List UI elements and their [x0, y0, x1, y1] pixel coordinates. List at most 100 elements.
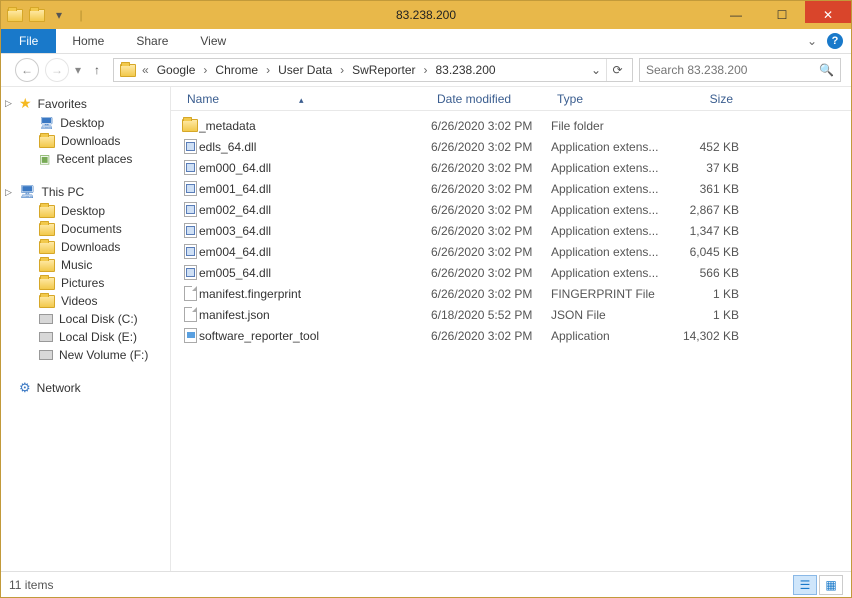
file-size: 1 KB	[669, 287, 739, 301]
desktop-icon: 🖥	[39, 116, 54, 130]
dll-icon	[184, 160, 197, 175]
dll-icon	[184, 139, 197, 154]
search-input[interactable]	[646, 63, 819, 77]
network-icon: ⚙	[19, 380, 31, 396]
dll-icon	[184, 244, 197, 259]
drive-icon	[39, 350, 53, 360]
sidebar-item-drive-e[interactable]: Local Disk (E:)	[3, 328, 170, 346]
file-type: JSON File	[551, 308, 669, 322]
search-box[interactable]: 🔍	[639, 58, 841, 82]
sidebar-item-downloads[interactable]: Downloads	[3, 132, 170, 150]
qat-properties-icon[interactable]	[27, 5, 47, 25]
file-type: Application extens...	[551, 245, 669, 259]
column-type[interactable]: Type	[551, 92, 669, 106]
file-size: 14,302 KB	[669, 329, 739, 343]
search-icon[interactable]: 🔍	[819, 63, 834, 77]
file-type: Application extens...	[551, 266, 669, 280]
share-tab[interactable]: Share	[120, 29, 184, 53]
file-list-pane: Name▴ Date modified Type Size _metadata6…	[171, 87, 851, 571]
chevron-right-icon[interactable]: ›	[201, 63, 209, 77]
breadcrumb-item[interactable]: User Data	[274, 63, 336, 77]
network-header[interactable]: ⚙Network	[3, 378, 170, 398]
sidebar-item-drive-f[interactable]: New Volume (F:)	[3, 346, 170, 364]
file-row[interactable]: manifest.json6/18/2020 5:52 PMJSON File1…	[181, 304, 851, 325]
column-date[interactable]: Date modified	[431, 92, 551, 106]
expand-ribbon-icon[interactable]: ⌄	[807, 34, 817, 48]
drive-icon	[39, 314, 53, 324]
collapse-icon[interactable]: ▷	[5, 187, 12, 198]
file-size: 1 KB	[669, 308, 739, 322]
minimize-button[interactable]: —	[713, 1, 759, 23]
sidebar-item-drive-c[interactable]: Local Disk (C:)	[3, 310, 170, 328]
chevron-right-icon[interactable]: ›	[422, 63, 430, 77]
breadcrumb-item[interactable]: Google	[153, 63, 200, 77]
details-view-button[interactable]: ☰	[793, 575, 817, 595]
column-name[interactable]: Name▴	[181, 92, 431, 106]
app-icon	[5, 5, 25, 25]
help-icon[interactable]: ?	[827, 33, 843, 49]
recent-icon: ▣	[39, 152, 50, 166]
file-name: software_reporter_tool	[199, 329, 431, 343]
file-row[interactable]: em001_64.dll6/26/2020 3:02 PMApplication…	[181, 178, 851, 199]
address-bar[interactable]: « Google › Chrome › User Data › SwReport…	[113, 58, 633, 82]
favorites-label: Favorites	[38, 97, 87, 111]
forward-button[interactable]: →	[45, 58, 69, 82]
file-tab[interactable]: File	[1, 29, 56, 53]
file-row[interactable]: em005_64.dll6/26/2020 3:02 PMApplication…	[181, 262, 851, 283]
close-button[interactable]: ✕	[805, 1, 851, 23]
file-size: 2,867 KB	[669, 203, 739, 217]
home-tab[interactable]: Home	[56, 29, 120, 53]
chevron-right-icon[interactable]: ›	[264, 63, 272, 77]
sort-asc-icon: ▴	[299, 95, 304, 105]
breadcrumb-item[interactable]: 83.238.200	[432, 63, 500, 77]
thispc-header[interactable]: ▷🖥This PC	[3, 182, 170, 202]
chevron-right-icon[interactable]: ›	[338, 63, 346, 77]
column-size[interactable]: Size	[669, 92, 739, 106]
file-row[interactable]: em002_64.dll6/26/2020 3:02 PMApplication…	[181, 199, 851, 220]
file-row[interactable]: edls_64.dll6/26/2020 3:02 PMApplication …	[181, 136, 851, 157]
file-type: Application extens...	[551, 224, 669, 238]
file-name: manifest.json	[199, 308, 431, 322]
back-button[interactable]: ←	[15, 58, 39, 82]
quick-access-toolbar: ▾ |	[1, 5, 91, 25]
refresh-button[interactable]: ⟳	[606, 59, 628, 81]
sidebar-item-desktop2[interactable]: Desktop	[3, 202, 170, 220]
collapse-icon[interactable]: ▷	[5, 98, 12, 109]
sidebar-item-documents[interactable]: Documents	[3, 220, 170, 238]
favorites-section: ▷★Favorites 🖥Desktop Downloads ▣Recent p…	[3, 93, 170, 168]
file-size: 452 KB	[669, 140, 739, 154]
icons-view-button[interactable]: ▦	[819, 575, 843, 595]
file-name: em001_64.dll	[199, 182, 431, 196]
file-row[interactable]: em004_64.dll6/26/2020 3:02 PMApplication…	[181, 241, 851, 262]
sidebar-item-music[interactable]: Music	[3, 256, 170, 274]
file-row[interactable]: manifest.fingerprint6/26/2020 3:02 PMFIN…	[181, 283, 851, 304]
file-date: 6/26/2020 3:02 PM	[431, 266, 551, 280]
favorites-header[interactable]: ▷★Favorites	[3, 93, 170, 114]
sidebar-item-desktop[interactable]: 🖥Desktop	[3, 114, 170, 132]
sidebar-item-videos[interactable]: Videos	[3, 292, 170, 310]
sidebar-item-recent[interactable]: ▣Recent places	[3, 150, 170, 168]
file-row[interactable]: em000_64.dll6/26/2020 3:02 PMApplication…	[181, 157, 851, 178]
breadcrumb-item[interactable]: SwReporter	[348, 63, 419, 77]
folder-icon	[39, 205, 55, 218]
up-button[interactable]: ↑	[87, 63, 107, 77]
sidebar-item-downloads2[interactable]: Downloads	[3, 238, 170, 256]
dll-icon	[184, 181, 197, 196]
file-row[interactable]: _metadata6/26/2020 3:02 PMFile folder	[181, 115, 851, 136]
breadcrumb-item[interactable]: Chrome	[211, 63, 262, 77]
file-type: Application extens...	[551, 203, 669, 217]
pc-icon: 🖥	[19, 184, 36, 200]
file-name: em005_64.dll	[199, 266, 431, 280]
breadcrumb-overflow-icon[interactable]: «	[140, 63, 151, 77]
file-name: em000_64.dll	[199, 161, 431, 175]
folder-icon	[39, 135, 55, 148]
file-row[interactable]: em003_64.dll6/26/2020 3:02 PMApplication…	[181, 220, 851, 241]
view-tab[interactable]: View	[184, 29, 242, 53]
qat-dropdown-icon[interactable]: ▾	[49, 5, 69, 25]
maximize-button[interactable]: ☐	[759, 1, 805, 23]
file-date: 6/26/2020 3:02 PM	[431, 119, 551, 133]
sidebar-item-pictures[interactable]: Pictures	[3, 274, 170, 292]
recent-locations-icon[interactable]: ▾	[75, 63, 81, 77]
address-dropdown-icon[interactable]: ⌄	[588, 63, 604, 77]
file-row[interactable]: software_reporter_tool6/26/2020 3:02 PMA…	[181, 325, 851, 346]
